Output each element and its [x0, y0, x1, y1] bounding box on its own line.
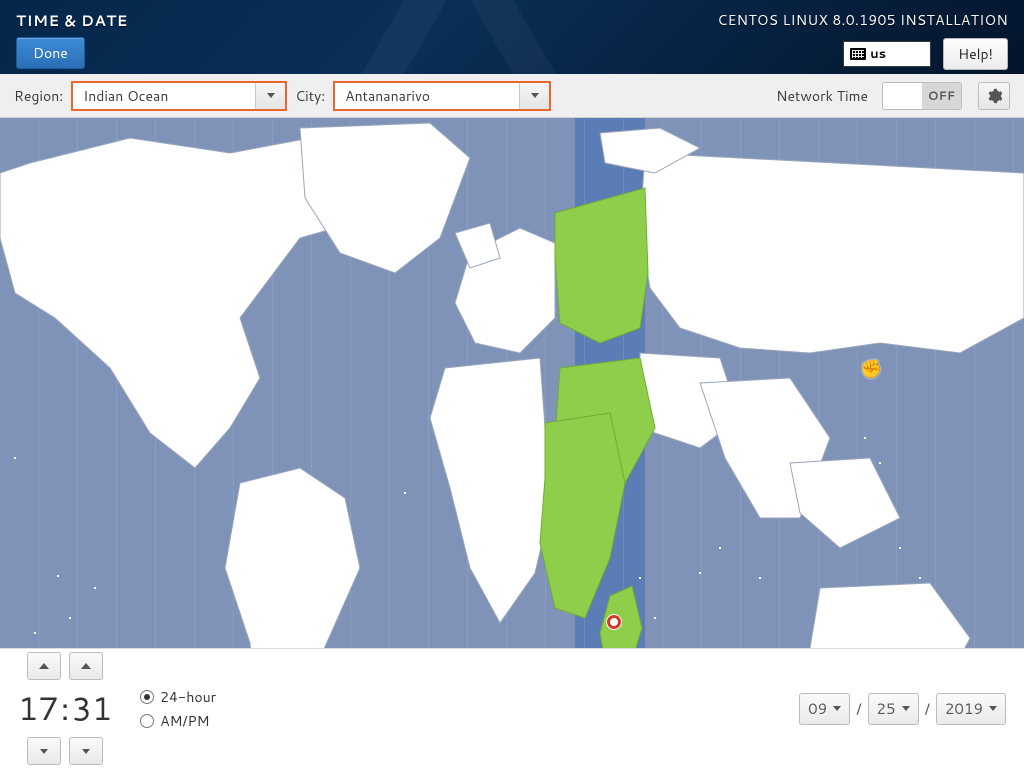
- date-sep: /: [856, 698, 861, 719]
- radio-ampm[interactable]: AM/PM: [140, 711, 216, 731]
- network-time-toggle[interactable]: OFF: [882, 82, 962, 110]
- done-button[interactable]: Done: [16, 37, 85, 69]
- keyboard-icon: [850, 48, 866, 60]
- region-label: Region:: [14, 86, 63, 106]
- chevron-down-icon: [267, 93, 275, 98]
- chevron-down-icon: [902, 706, 910, 711]
- region-dropdown-button[interactable]: [255, 83, 285, 109]
- region-combo[interactable]: Indian Ocean: [71, 81, 287, 111]
- timezone-map[interactable]: ✊: [0, 118, 1024, 648]
- month-combo[interactable]: 09: [799, 693, 850, 725]
- chevron-down-icon: [989, 706, 997, 711]
- date-sep: /: [925, 698, 930, 719]
- radio-24hour-label: 24-hour: [160, 687, 216, 707]
- gear-icon: [986, 88, 1002, 104]
- installer-title: CENTOS LINUX 8.0.1905 INSTALLATION: [717, 10, 1008, 30]
- day-combo[interactable]: 25: [868, 693, 919, 725]
- city-dropdown-button[interactable]: [519, 83, 549, 109]
- toggle-off-half: OFF: [922, 83, 961, 109]
- network-time-label: Network Time: [776, 86, 868, 106]
- hour-up-button[interactable]: [27, 652, 61, 680]
- city-value: Antananarivo: [335, 83, 519, 109]
- controls-bar: Region: Indian Ocean City: Antananarivo …: [0, 74, 1024, 118]
- grab-cursor-icon: ✊: [860, 355, 882, 381]
- hour-value: 17: [18, 686, 59, 731]
- world-map-svg: [0, 118, 1024, 648]
- keyboard-layout-text: us: [870, 45, 886, 63]
- minute-value: 31: [72, 686, 113, 731]
- chevron-down-icon: [833, 706, 841, 711]
- minute-down-button[interactable]: [69, 737, 103, 765]
- year-value: 2019: [945, 698, 983, 719]
- time-separator: :: [61, 686, 70, 731]
- selected-location-pin: [607, 615, 621, 629]
- keyboard-layout-indicator[interactable]: us: [843, 41, 931, 67]
- time-display: 17 : 31: [18, 686, 112, 731]
- city-label: City:: [295, 86, 325, 106]
- year-combo[interactable]: 2019: [936, 693, 1006, 725]
- radio-ampm-label: AM/PM: [160, 711, 209, 731]
- network-time-settings-button[interactable]: [978, 82, 1010, 110]
- day-value: 25: [877, 698, 896, 719]
- radio-dot-icon: [140, 714, 154, 728]
- time-stepper: 17 : 31: [18, 652, 112, 765]
- chevron-down-icon: [531, 93, 539, 98]
- chevron-up-icon: [81, 663, 91, 669]
- hour-down-button[interactable]: [27, 737, 61, 765]
- region-value: Indian Ocean: [73, 83, 255, 109]
- chevron-up-icon: [39, 663, 49, 669]
- minute-up-button[interactable]: [69, 652, 103, 680]
- help-button[interactable]: Help!: [943, 38, 1008, 70]
- city-combo[interactable]: Antananarivo: [333, 81, 551, 111]
- time-format-group: 24-hour AM/PM: [140, 687, 216, 731]
- month-value: 09: [808, 698, 827, 719]
- date-selectors: 09 / 25 / 2019: [799, 693, 1006, 725]
- page-title: TIME & DATE: [16, 10, 128, 31]
- chevron-down-icon: [82, 749, 90, 754]
- radio-24hour[interactable]: 24-hour: [140, 687, 216, 707]
- toggle-on-half: [883, 83, 922, 109]
- header: TIME & DATE Done CENTOS LINUX 8.0.1905 I…: [0, 0, 1024, 74]
- radio-dot-icon: [140, 690, 154, 704]
- chevron-down-icon: [40, 749, 48, 754]
- bottom-bar: 17 : 31 24-hour AM/PM 09 / 25 /: [0, 648, 1024, 768]
